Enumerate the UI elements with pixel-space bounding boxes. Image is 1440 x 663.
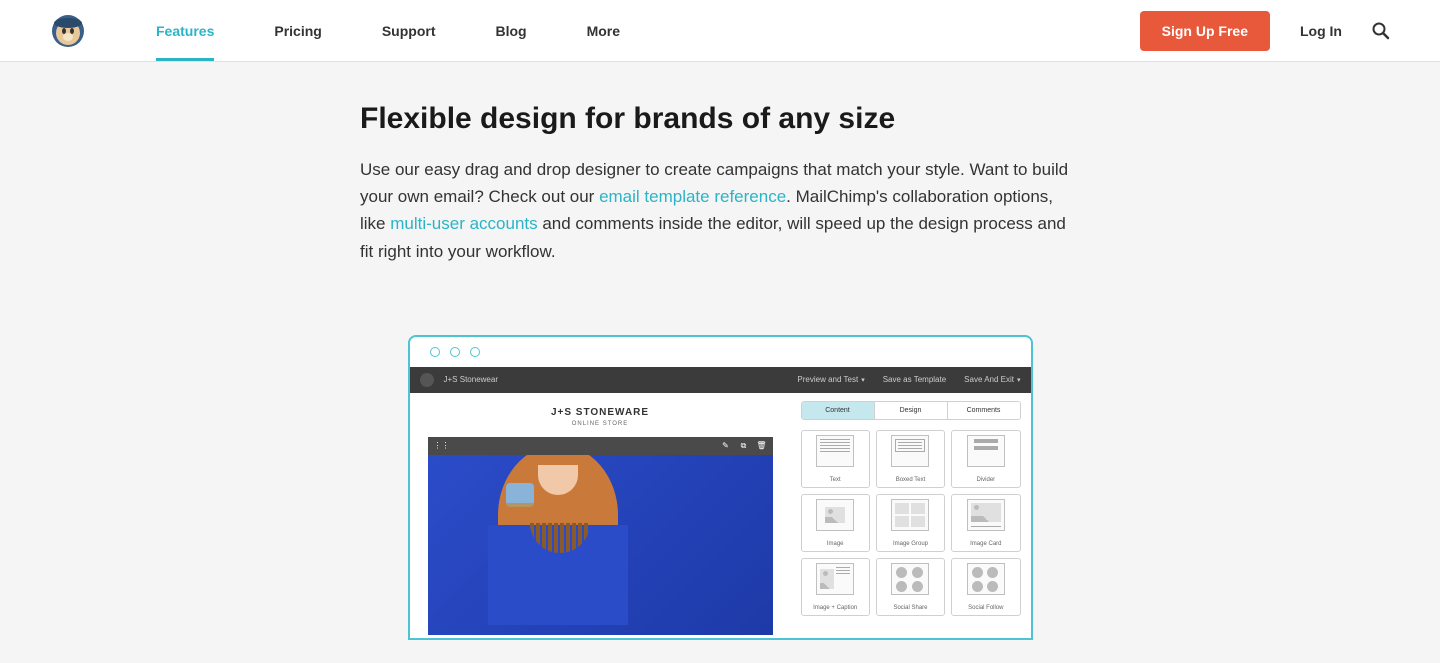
mock-image-block: ⋮⋮ ✎ ⧉ 🗑 [428,437,773,635]
chevron-down-icon: ▾ [861,376,865,384]
chevron-down-icon: ▾ [1017,376,1021,384]
signup-button[interactable]: Sign Up Free [1140,11,1270,51]
chrome-dot-icon [430,347,440,357]
mock-tabs: Content Design Comments [801,401,1021,420]
drag-handle-icon: ⋮⋮ [434,441,450,450]
nav-features[interactable]: Features [156,1,214,61]
mailchimp-logo[interactable] [50,13,86,49]
mock-block-image-group: Image Group [876,494,945,552]
mock-app: J+S Stonewear Preview and Test▾ Save as … [410,367,1031,638]
duplicate-icon: ⧉ [739,441,749,451]
mock-save-template-link: Save as Template [883,375,946,384]
main-content: Flexible design for brands of any size U… [0,62,1440,640]
mock-block-boxed-text: Boxed Text [876,430,945,488]
mock-block-label: Social Share [893,605,927,611]
mock-block-label: Image + Caption [813,605,857,611]
nav-pricing[interactable]: Pricing [274,1,321,61]
mock-store-name: J+S STONEWARE [551,407,649,418]
edit-icon: ✎ [721,441,731,451]
email-template-reference-link[interactable]: email template reference [599,187,786,206]
mock-block-image-card: Image Card [951,494,1020,552]
mock-block-label: Image [827,541,844,547]
mock-preview-link: Preview and Test▾ [797,375,864,384]
mock-block-divider: Divider [951,430,1020,488]
mock-tab-content: Content [802,402,875,419]
mock-block-label: Social Follow [968,605,1003,611]
chrome-dot-icon [470,347,480,357]
mock-block-image-caption: Image + Caption [801,558,870,616]
mock-sidebar: Content Design Comments Text Boxed Text [791,393,1031,638]
nav-support[interactable]: Support [382,1,436,61]
chrome-dot-icon [450,347,460,357]
mock-brand-name: J+S Stonewear [444,375,498,384]
search-icon[interactable] [1372,22,1390,40]
main-header: Features Pricing Support Blog More Sign … [0,0,1440,62]
window-chrome [410,337,1031,367]
mock-block-text: Text [801,430,870,488]
trash-icon: 🗑 [757,441,767,451]
mock-block-label: Image Group [893,541,928,547]
mock-block-label: Text [830,477,841,483]
mock-block-image: Image [801,494,870,552]
mock-photo [428,455,773,635]
mock-block-label: Image Card [970,541,1001,547]
mock-tab-design: Design [875,402,948,419]
nav-blog[interactable]: Blog [495,1,526,61]
section-heading: Flexible design for brands of any size [360,102,1080,136]
mock-block-social-share: Social Share [876,558,945,616]
mock-canvas: J+S STONEWARE ONLINE STORE ⋮⋮ ✎ ⧉ 🗑 [410,393,791,638]
mock-image-toolbar: ⋮⋮ ✎ ⧉ 🗑 [428,437,773,455]
mock-store-subtitle: ONLINE STORE [572,421,629,427]
main-nav: Features Pricing Support Blog More [156,1,1140,61]
login-link[interactable]: Log In [1300,23,1342,39]
mock-browser-window: J+S Stonewear Preview and Test▾ Save as … [408,335,1033,640]
mock-block-social-follow: Social Follow [951,558,1020,616]
section-body: Use our easy drag and drop designer to c… [360,156,1080,265]
mock-block-label: Divider [976,477,995,483]
header-actions: Sign Up Free Log In [1140,11,1390,51]
mock-tab-comments: Comments [948,402,1020,419]
mock-block-grid: Text Boxed Text Divider Image [801,430,1021,616]
nav-more[interactable]: More [587,1,620,61]
mock-topbar: J+S Stonewear Preview and Test▾ Save as … [410,367,1031,393]
mock-mini-logo-icon [420,373,434,387]
mock-save-exit-link: Save And Exit▾ [964,375,1020,384]
mock-block-label: Boxed Text [896,477,926,483]
multi-user-accounts-link[interactable]: multi-user accounts [390,214,537,233]
